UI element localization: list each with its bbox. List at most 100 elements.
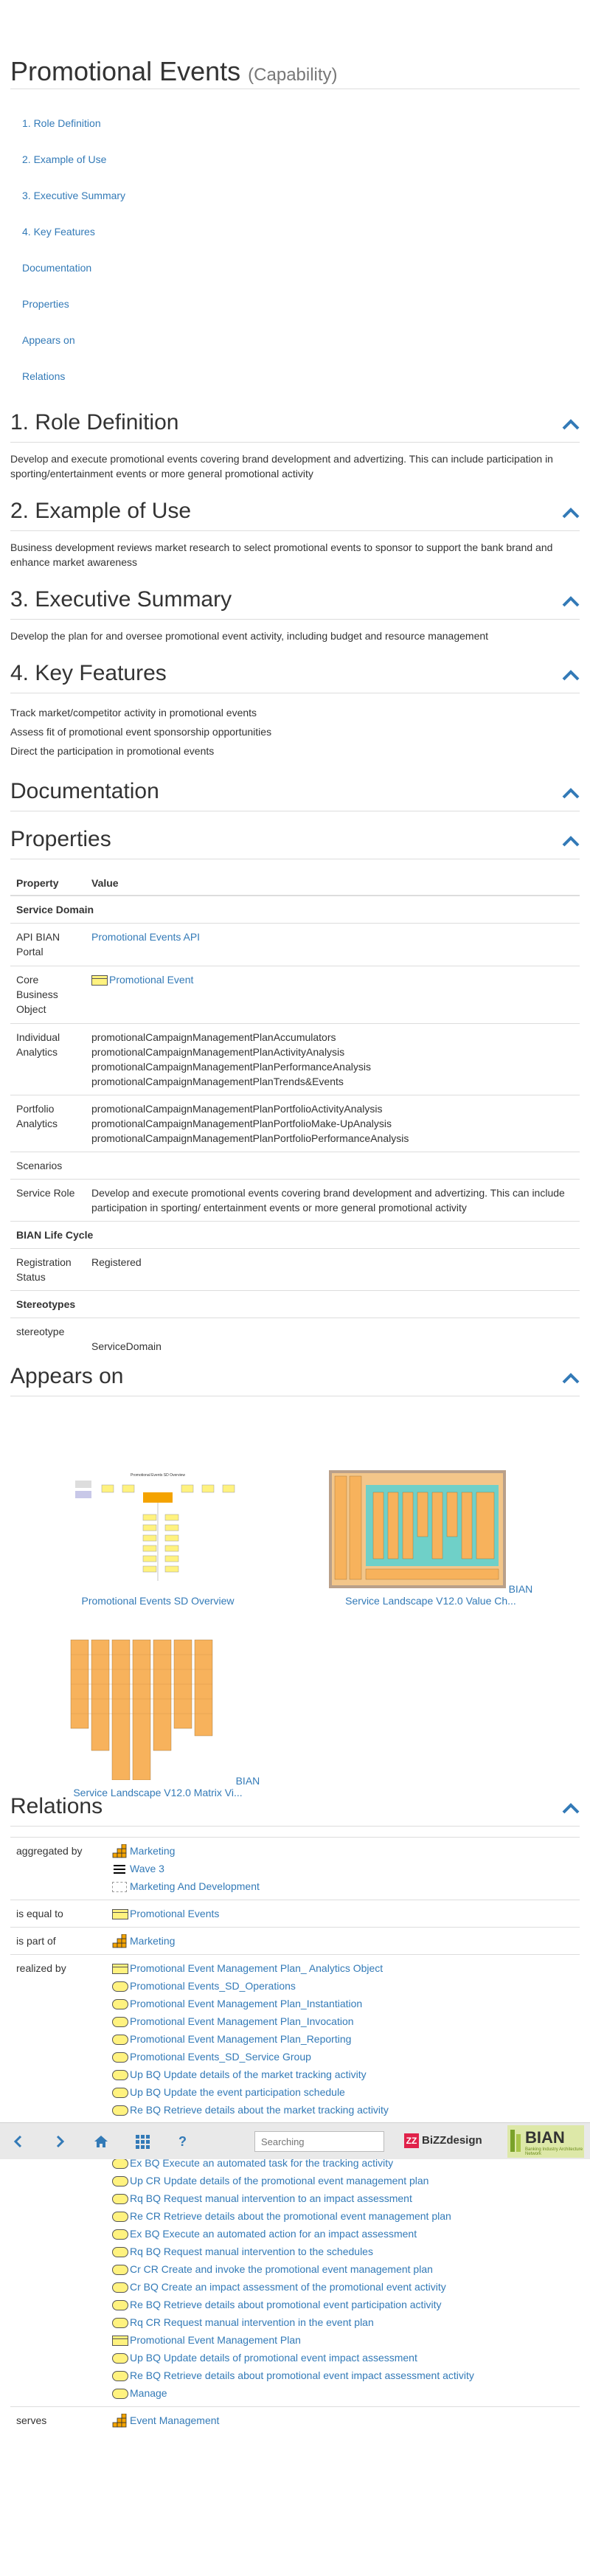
relation-link[interactable]: Promotional Event Management Plan_Invoca…	[130, 2015, 354, 2027]
relation-item: Up BQ Update details of promotional even…	[112, 2349, 574, 2366]
toc-executive-summary[interactable]: 3. Executive Summary	[22, 190, 125, 201]
relation-link[interactable]: Wave 3	[130, 1863, 164, 1874]
relation-type: is equal to	[10, 1900, 106, 1928]
page-title-text: Promotional Events	[10, 56, 241, 86]
relation-link[interactable]: Rq CR Request manual intervention in the…	[130, 2316, 374, 2328]
property-key: Individual Analytics	[10, 1023, 86, 1095]
registration-status-value: Registered	[86, 1248, 580, 1291]
toc-documentation[interactable]: Documentation	[22, 262, 91, 274]
relation-link[interactable]: Marketing And Development	[130, 1880, 260, 1892]
relation-link[interactable]: Promotional Event Management Plan_ Analy…	[130, 1962, 383, 1974]
page-header: Promotional Events (Capability)	[10, 0, 580, 89]
property-value	[86, 1152, 580, 1180]
realized-by-list: Promotional Event Management Plan_ Analy…	[106, 1954, 580, 2407]
forward-arrow-icon[interactable]	[52, 2133, 68, 2150]
toc-properties[interactable]: Properties	[22, 298, 69, 310]
chevron-up-icon[interactable]	[562, 507, 580, 519]
diagram-link[interactable]: Promotional Events SD Overview	[82, 1595, 235, 1607]
section-heading: 3. Executive Summary	[10, 587, 232, 612]
bizzdesign-logo[interactable]: ZZ BiZZdesign	[404, 2133, 482, 2150]
section-properties: Properties Property Value Service Domain …	[10, 826, 580, 1360]
key-feature-item: Direct the participation in promotional …	[10, 745, 215, 757]
relation-link[interactable]: Marketing	[130, 1845, 175, 1857]
relation-link[interactable]: Promotional Event Management Plan_Instan…	[130, 1998, 362, 2009]
section-role-definition: 1. Role Definition Develop and execute p…	[10, 409, 580, 485]
relation-link[interactable]: Up BQ Update details of promotional even…	[130, 2352, 417, 2364]
relation-type: realized by	[10, 1954, 106, 2407]
relation-link[interactable]: Up CR Update details of the promotional …	[130, 2175, 428, 2187]
diagram-thumbnail[interactable]: BIAN Service Landscape V12.0 Matrix Vi..…	[55, 1632, 261, 1798]
chevron-up-icon[interactable]	[562, 669, 580, 681]
service-icon	[112, 2212, 128, 2223]
help-icon[interactable]: ?	[178, 2133, 195, 2150]
bian-logo-text: BIAN	[525, 2128, 565, 2147]
toc-example-of-use[interactable]: 2. Example of Use	[22, 153, 106, 165]
analytics-value: promotionalCampaignManagementPlanAccumul…	[91, 1031, 336, 1043]
relation-link[interactable]: Manage	[130, 2387, 167, 2399]
relation-link[interactable]: Marketing	[130, 1935, 175, 1947]
relation-link[interactable]: Event Management	[130, 2414, 219, 2426]
relation-link[interactable]: Re BQ Retrieve details about promotional…	[130, 2369, 474, 2381]
chevron-up-icon[interactable]	[562, 1802, 580, 1814]
appears-on-gallery: Promotional Events SD Overview Promotion…	[10, 1396, 580, 1798]
key-feature-item: Assess fit of promotional event sponsors…	[10, 726, 272, 738]
toc-relations[interactable]: Relations	[22, 370, 65, 382]
core-business-object-link[interactable]: Promotional Event	[109, 974, 193, 986]
chevron-up-icon[interactable]	[562, 595, 580, 607]
section-header: 1. Role Definition	[10, 409, 580, 443]
section-heading: 1. Role Definition	[10, 410, 179, 434]
bottom-toolbar: ? ZZBiZZdesign BIAN Banking Industry Arc…	[0, 2122, 590, 2159]
relation-link[interactable]: Re CR Retrieve details about the promoti…	[130, 2210, 451, 2222]
property-key: Scenarios	[10, 1152, 86, 1180]
relation-link[interactable]: Promotional Events	[130, 1908, 219, 1919]
chevron-up-icon[interactable]	[562, 787, 580, 799]
diagram-thumbnail[interactable]: BIAN Service Landscape V12.0 Value Ch...	[327, 1470, 534, 1607]
relation-link[interactable]: Up BQ Update details of the market track…	[130, 2068, 367, 2080]
toc-appears-on[interactable]: Appears on	[22, 334, 75, 346]
relation-link[interactable]: Ex BQ Execute an automated action for an…	[130, 2228, 417, 2240]
search-input[interactable]	[254, 2131, 384, 2152]
bizzdesign-logo-icon: ZZ	[404, 2133, 419, 2148]
service-icon	[112, 2300, 128, 2311]
relation-link[interactable]: Cr CR Create and invoke the promotional …	[130, 2263, 433, 2275]
relation-item: Rq BQ Request manual intervention to an …	[112, 2189, 574, 2207]
relation-link[interactable]: Rq BQ Request manual intervention to the…	[130, 2246, 373, 2257]
relation-item: Promotional Event Management Plan_Report…	[112, 2030, 574, 2048]
relation-link[interactable]: Rq BQ Request manual intervention to an …	[130, 2192, 412, 2204]
property-key: Portfolio Analytics	[10, 1095, 86, 1152]
relation-link[interactable]: Cr BQ Create an impact assessment of the…	[130, 2281, 446, 2293]
relation-link[interactable]: Re BQ Retrieve details about promotional…	[130, 2299, 442, 2310]
grid-icon[interactable]	[134, 2133, 150, 2150]
role-definition-text: Develop and execute promotional events c…	[10, 453, 553, 479]
service-icon	[112, 2105, 128, 2116]
relation-link[interactable]: Re BQ Retrieve details about the market …	[130, 2104, 389, 2116]
relation-link[interactable]: Promotional Events_SD_Operations	[130, 1980, 296, 1992]
bian-logo[interactable]: BIAN Banking Industry Architecture Netwo…	[507, 2125, 584, 2158]
relation-link[interactable]: Up BQ Update the event participation sch…	[130, 2086, 345, 2098]
diagram-thumbnail[interactable]: Promotional Events SD Overview Promotion…	[55, 1470, 261, 1607]
section-heading: Appears on	[10, 1364, 124, 1388]
chevron-up-icon[interactable]	[562, 1372, 580, 1384]
bizzdesign-logo-text: BiZZdesign	[422, 2133, 482, 2147]
service-icon	[112, 2353, 128, 2364]
chevron-up-icon[interactable]	[562, 418, 580, 430]
relation-item: Up BQ Update details of the market track…	[112, 2066, 574, 2083]
relation-link[interactable]: Promotional Event Management Plan	[130, 2334, 301, 2346]
api-portal-link[interactable]: Promotional Events API	[91, 931, 200, 943]
service-icon	[112, 2282, 128, 2293]
table-of-contents: 1. Role Definition 2. Example of Use 3. …	[10, 89, 580, 414]
property-key: stereotype	[10, 1318, 86, 1360]
business-object-icon	[112, 1909, 128, 1920]
home-icon[interactable]	[93, 2133, 109, 2150]
toc-role-definition[interactable]: 1. Role Definition	[22, 117, 101, 129]
properties-table: Property Value Service Domain API BIAN Po…	[10, 871, 580, 1360]
relation-item: Marketing And Development	[112, 1877, 574, 1895]
example-of-use-text: Business development reviews market rese…	[10, 541, 553, 568]
relation-link[interactable]: Promotional Event Management Plan_Report…	[130, 2033, 351, 2045]
page-subtitle: (Capability)	[248, 65, 338, 85]
toc-key-features[interactable]: 4. Key Features	[22, 226, 95, 238]
chevron-up-icon[interactable]	[562, 835, 580, 847]
relation-link[interactable]: Promotional Events_SD_Service Group	[130, 2051, 311, 2063]
service-icon	[112, 2052, 128, 2063]
back-arrow-icon[interactable]	[10, 2133, 27, 2150]
